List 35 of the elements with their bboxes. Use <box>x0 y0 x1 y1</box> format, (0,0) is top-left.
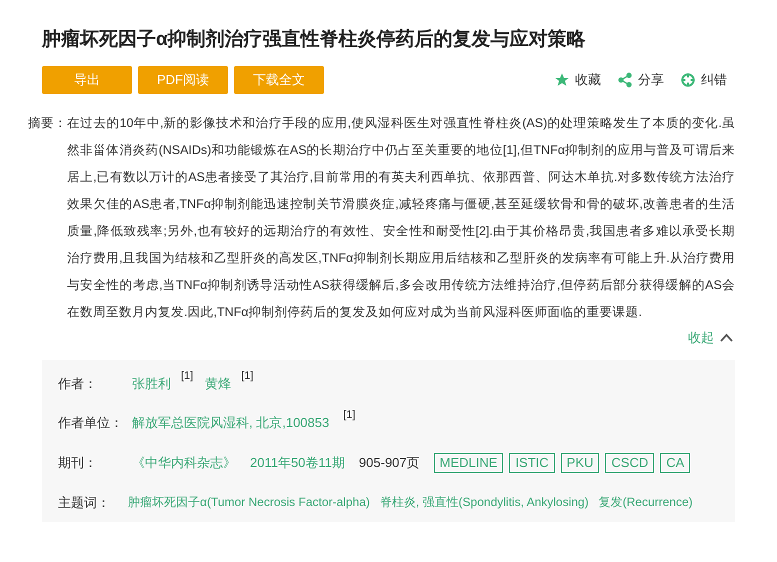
action-button[interactable]: 下载全文 <box>234 66 324 94</box>
collapse-link[interactable]: 收起 <box>688 328 733 348</box>
abstract-text: 在过去的10年中,新的影像技术和治疗手段的应用,使风湿科医生对强直性脊柱炎(AS)的处理策略发生了本质的变化.虽然非甾体消炎药(NSAIDs)和功能锻炼在AS的长期治疗中仍占至关重要的地位[1],但TNFα抑制剂的应用与普及可谓后来居上,已有数以万计的AS患者接受了其治疗,目前常用的有英夫利西单抗、依那西普、阿达木单抗.对多数传统方法治疗效果欠佳的AS患者,TNFα抑制剂能迅速控制关节滑膜炎症,减轻疼痛与僵硬,甚至延缓软骨和骨的破坏,改善患者的生活质量,降低致残率;另外,也有较好的远期治疗的有效性、安全性和耐受性[2].由于其价格昂贵,我国患者多难以承受长期治疗费用,且我国为结核和乙型肝炎的高发区,TNFα抑制剂长期应用后结核和乙型肝炎的发病率有可能上升.从治疗费用与安全性的考虑,当TNFα抑制剂诱导活动性AS获得缓解后,多会改用传统方法维持治疗,但停药后部分获得缓解的AS会在数周至数月内复发.因此,TNFα抑制剂停药后的复发及如何应对成为当前风湿科医师面临的重要课题. <box>67 115 735 321</box>
article-title: 肿瘤坏死因子α抑制剂治疗强直性脊柱炎停药后的复发与应对策略 <box>42 28 587 52</box>
reference-mark: [1] <box>181 370 194 382</box>
index-tag: CSCD <box>605 452 654 472</box>
target-icon <box>680 72 696 88</box>
field-label: 作者： <box>58 374 98 392</box>
index-tag: MEDLINE <box>434 452 504 472</box>
keyword-link[interactable]: 肿瘤坏死因子α(Tumor Necrosis Factor-alpha) <box>128 493 370 512</box>
affiliation-link[interactable]: 解放军总医院风湿科, 北京,100853 <box>132 413 330 432</box>
action-button[interactable]: 导出 <box>42 66 132 94</box>
journal-link[interactable]: 《中华内科杂志》 <box>132 452 236 472</box>
field-label: 主题词： <box>58 494 111 512</box>
field-label: 期刊： <box>58 454 98 472</box>
reference-mark: [1] <box>343 409 356 421</box>
action-button[interactable]: PDF阅读 <box>138 66 228 94</box>
chevron-up-icon <box>720 333 733 342</box>
field-label: 作者单位： <box>58 414 124 432</box>
share-icon <box>617 72 633 88</box>
index-tag: CA <box>660 452 690 472</box>
keyword-link[interactable]: 脊柱炎, 强直性(Spondylitis, Ankylosing) <box>380 493 589 512</box>
index-tag: PKU <box>560 452 600 472</box>
issue-link[interactable]: 2011年50卷11期 <box>250 452 345 472</box>
toolbar-link[interactable]: 收藏 <box>554 70 601 90</box>
author-link[interactable]: 黄烽 <box>205 374 232 393</box>
page-range: 905-907页 <box>358 454 420 472</box>
author-link[interactable]: 张胜利 <box>132 374 171 393</box>
keyword-link[interactable]: 复发(Recurrence) <box>598 493 693 512</box>
reference-mark: [1] <box>241 370 254 382</box>
abstract-label: 摘要： <box>28 115 67 132</box>
index-tag: ISTIC <box>509 452 555 472</box>
star-icon <box>554 72 570 88</box>
toolbar-link[interactable]: 分享 <box>617 70 664 90</box>
toolbar-link[interactable]: 纠错 <box>680 70 727 90</box>
